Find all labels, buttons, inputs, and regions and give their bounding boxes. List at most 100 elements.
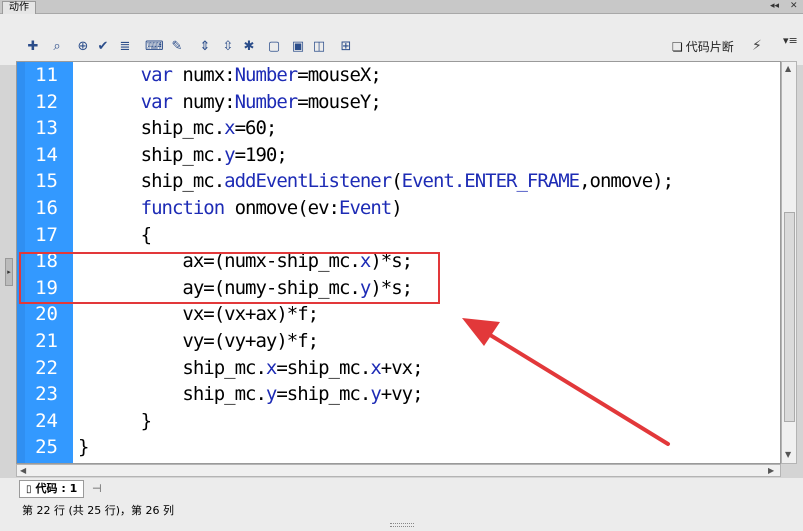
code-token: y [370, 383, 381, 406]
code-line[interactable]: 20 vx=(vx+ax)*f; [17, 301, 780, 328]
expand-all-icon[interactable]: ✱ [240, 38, 258, 56]
actions-toolbar: ✚ ⌕ ⊕ ✔ ≣ ⌨ ✎ ⇕ ⇳ ✱ ▢ ▣ ◫ ⊞ ❏ 代码片断 ⚡ ▾≡ [0, 14, 803, 65]
toolbox-collapse-handle[interactable]: ▸ [5, 258, 13, 286]
document-icon: ▯ [26, 484, 32, 495]
remove-comment-icon[interactable]: ◫ [310, 38, 328, 56]
code-token: Event [339, 197, 392, 219]
line-number: 25 [35, 436, 58, 459]
code-token: ,onmove); [579, 170, 674, 193]
code-token: function [140, 197, 226, 219]
line-number: 16 [35, 197, 58, 219]
code-token: ( [391, 170, 402, 193]
line-number: 13 [35, 117, 58, 140]
code-line[interactable]: 24 } [17, 408, 780, 435]
code-text: ship_mc.x=ship_mc.x+vx; [78, 355, 423, 382]
show-hide-toolbox-icon[interactable]: ⊞ [337, 38, 355, 56]
code-text: { [78, 222, 152, 249]
code-token: vx=(vx+ax)*f; [78, 303, 319, 326]
horizontal-scrollbar[interactable]: ◀ ▶ [16, 464, 781, 477]
code-line[interactable]: 16 function onmove(ev:Event) [17, 195, 780, 222]
code-token: var [140, 90, 173, 113]
code-line[interactable]: 22 ship_mc.x=ship_mc.x+vx; [17, 355, 780, 382]
code-text: } [78, 434, 89, 461]
resize-grip[interactable] [390, 523, 414, 527]
auto-format-icon[interactable]: ≣ [116, 38, 134, 56]
line-number: 11 [35, 64, 58, 86]
code-token: =ship_mc. [276, 383, 371, 406]
snippets-label: 代码片断 [685, 40, 734, 54]
close-icon[interactable]: ✕ [790, 0, 798, 12]
collapse-selection-icon[interactable]: ⇳ [219, 38, 237, 56]
code-text: } [78, 408, 152, 435]
scroll-left-icon[interactable]: ◀ [20, 466, 26, 475]
line-number: 24 [35, 409, 58, 432]
line-number: 23 [35, 383, 58, 406]
status-bar-text: 第 22 行 (共 25 行)，第 26 列 [22, 504, 175, 517]
code-line[interactable]: 13 ship_mc.x=60; [17, 115, 780, 142]
code-token: ship_mc. [78, 383, 267, 406]
code-tab-label: 代码 : 1 [35, 482, 78, 495]
apply-block-comment-icon[interactable]: ▢ [265, 38, 283, 56]
code-token: Event.ENTER_FRAME [401, 170, 580, 193]
code-token: x [224, 117, 235, 140]
find-icon[interactable]: ⌕ [48, 38, 66, 56]
line-number: 15 [35, 170, 58, 193]
code-text: ship_mc.y=ship_mc.y+vy; [78, 381, 423, 408]
code-line[interactable]: 23 ship_mc.y=ship_mc.y+vy; [17, 381, 780, 408]
debug-options-icon[interactable]: ✎ [168, 38, 186, 56]
code-snippets-button[interactable]: ❏ 代码片断 [672, 39, 734, 55]
code-text: vx=(vx+ax)*f; [78, 301, 319, 328]
target-icon[interactable]: ⊕ [74, 38, 92, 56]
collapse-braces-icon[interactable]: ⇕ [196, 38, 214, 56]
code-token: =mouseY; [297, 90, 382, 113]
code-line[interactable]: 25} [17, 434, 780, 461]
code-token: Number [234, 64, 299, 86]
code-token: y [224, 143, 235, 166]
code-token: +vy; [380, 383, 424, 406]
code-token: ship_mc. [78, 170, 226, 193]
vertical-scroll-thumb[interactable] [784, 212, 795, 422]
line-number: 17 [35, 223, 58, 246]
wand-icon[interactable]: ⚡ [752, 38, 762, 54]
code-line[interactable]: 17 { [17, 222, 780, 249]
pin-icon[interactable]: ⊣ [92, 482, 102, 495]
code-tab[interactable]: ▯ 代码 : 1 [19, 480, 85, 498]
scroll-down-icon[interactable]: ▼ [785, 450, 791, 459]
code-token: Number [234, 90, 299, 113]
code-token: x [265, 356, 277, 379]
code-token: =190; [234, 143, 288, 166]
code-token: var [140, 64, 173, 86]
code-token: =mouseX; [297, 64, 382, 86]
code-token: =ship_mc. [276, 356, 371, 379]
code-token: +vx; [380, 356, 424, 379]
code-line[interactable]: 15 ship_mc.addEventListener(Event.ENTER_… [17, 168, 780, 195]
snippets-icon: ❏ [672, 40, 683, 54]
collapse-icon[interactable]: ◂◂ [770, 0, 779, 12]
code-token: ship_mc. [78, 143, 226, 166]
line-number: 21 [35, 330, 58, 352]
code-line[interactable]: 14 ship_mc.y=190; [17, 142, 780, 169]
code-line[interactable]: 21 vy=(vy+ay)*f; [17, 328, 780, 355]
vertical-scrollbar[interactable]: ▲ ▼ [781, 61, 797, 464]
panel-menu-icon[interactable]: ▾≡ [783, 34, 798, 47]
code-hint-icon[interactable]: ⌨ [145, 38, 164, 56]
check-syntax-icon[interactable]: ✔ [94, 38, 112, 56]
code-text: ship_mc.addEventListener(Event.ENTER_FRA… [78, 168, 674, 195]
scroll-up-icon[interactable]: ▲ [785, 64, 791, 73]
code-line[interactable]: 11 var numx:Number=mouseX; [17, 62, 780, 89]
code-token: ) [391, 197, 402, 219]
code-token: onmove(ev: [224, 197, 340, 219]
line-number: 22 [35, 356, 58, 379]
code-token: } [78, 409, 152, 432]
tab-actions[interactable]: 动作 [2, 1, 36, 14]
code-token: =60; [234, 117, 278, 140]
code-token: numx: [171, 64, 235, 86]
code-text: ship_mc.y=190; [78, 142, 288, 169]
code-line[interactable]: 12 var numy:Number=mouseY; [17, 89, 780, 116]
line-number: 14 [35, 143, 58, 166]
add-item-icon[interactable]: ✚ [24, 38, 42, 56]
scroll-right-icon[interactable]: ▶ [768, 466, 774, 475]
apply-line-comment-icon[interactable]: ▣ [289, 38, 307, 56]
